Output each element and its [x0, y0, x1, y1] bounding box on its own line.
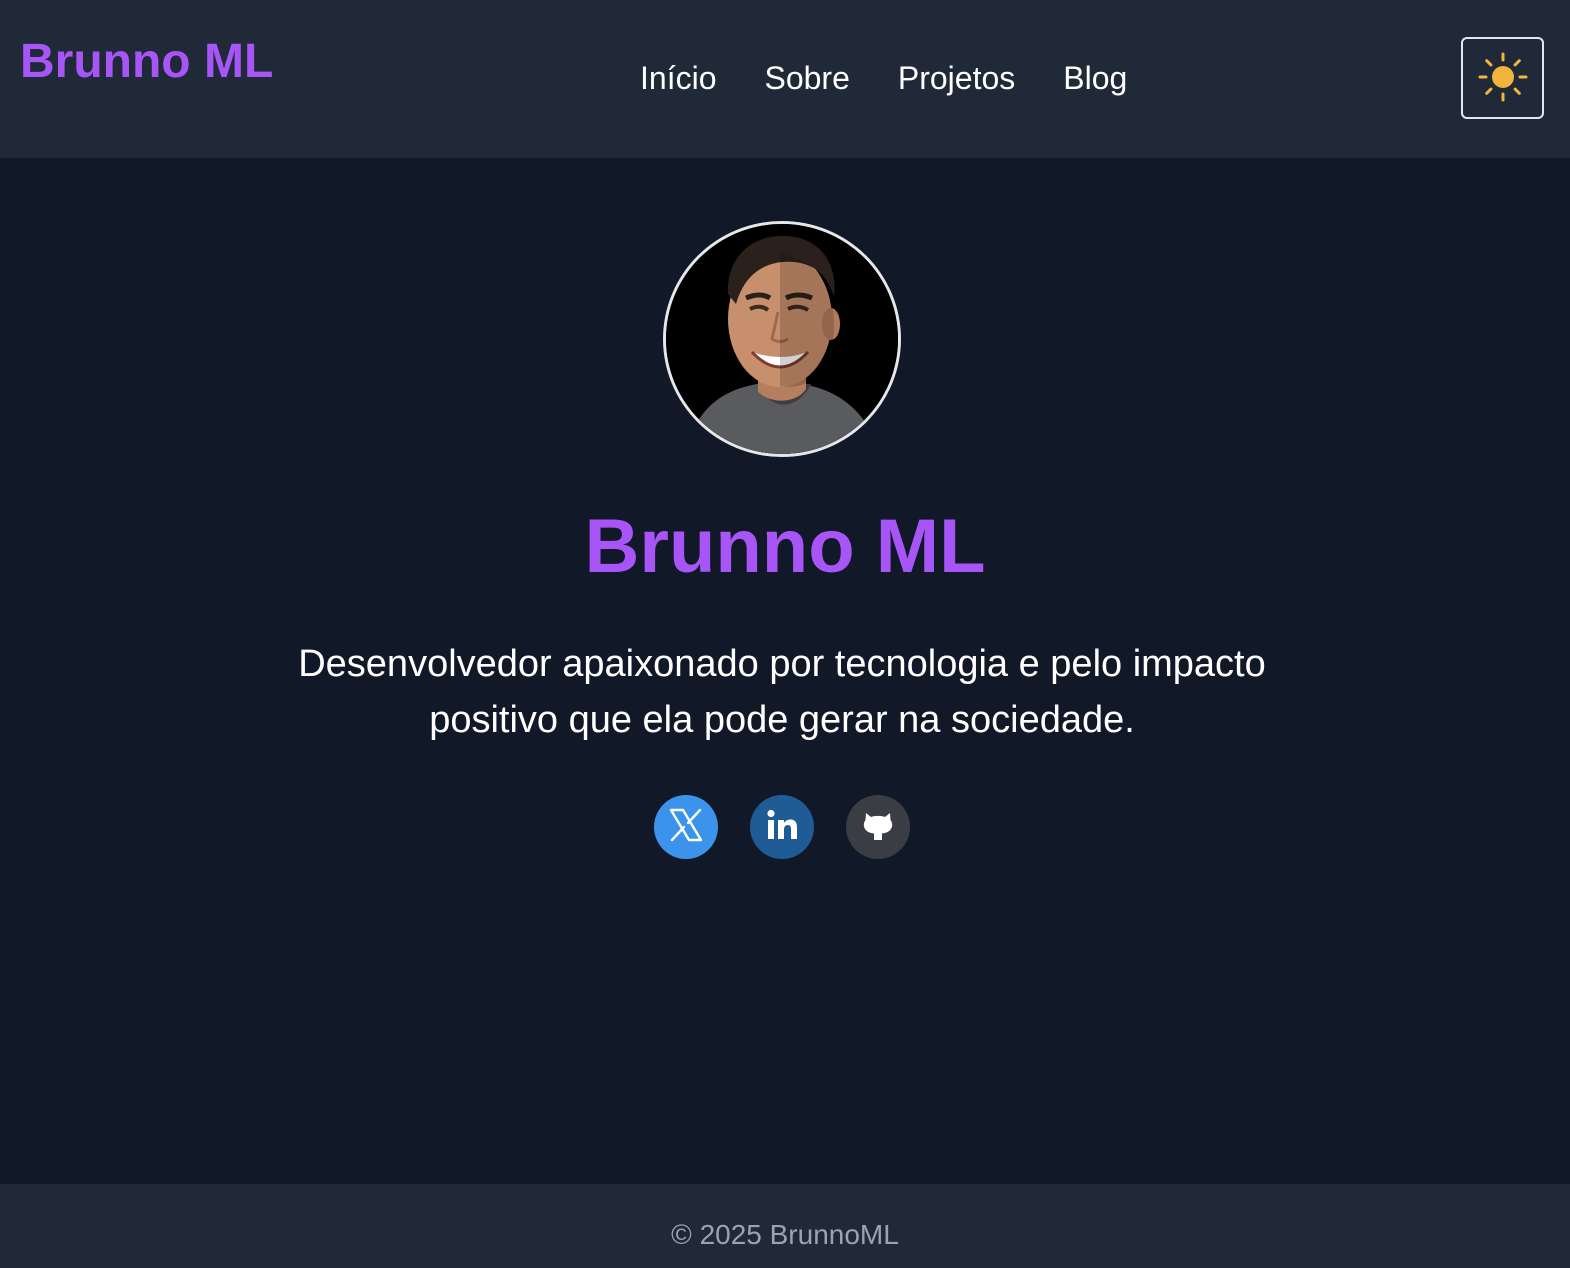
github-icon — [860, 807, 896, 848]
sun-icon — [1478, 52, 1528, 105]
x-twitter-link[interactable] — [654, 795, 718, 859]
profile-photo — [666, 224, 898, 454]
nav-link-projetos[interactable]: Projetos — [898, 58, 1015, 98]
social-links — [654, 795, 910, 859]
linkedin-link[interactable] — [750, 795, 814, 859]
page: Brunno ML Início Sobre Projetos Blog Bru… — [0, 0, 1570, 1268]
nav-link-blog[interactable]: Blog — [1063, 58, 1127, 98]
site-header: Brunno ML Início Sobre Projetos Blog — [0, 0, 1570, 158]
brand-logo-link[interactable]: Brunno ML — [20, 36, 273, 88]
x-twitter-icon — [667, 806, 705, 849]
hero-description: Desenvolvedor apaixonado por tecnologia … — [298, 643, 1266, 741]
footer-copyright: © 2025 BrunnoML — [671, 1219, 899, 1250]
hero-name: Brunno ML — [584, 504, 986, 589]
nav-link-inicio[interactable]: Início — [640, 58, 716, 98]
main-nav: Início Sobre Projetos Blog — [640, 58, 1127, 98]
theme-toggle-button[interactable] — [1461, 37, 1544, 119]
nav-link-sobre[interactable]: Sobre — [764, 58, 849, 98]
github-link[interactable] — [846, 795, 910, 859]
avatar — [663, 221, 901, 457]
site-footer: © 2025 BrunnoML — [0, 1184, 1570, 1268]
linkedin-icon — [762, 805, 802, 850]
